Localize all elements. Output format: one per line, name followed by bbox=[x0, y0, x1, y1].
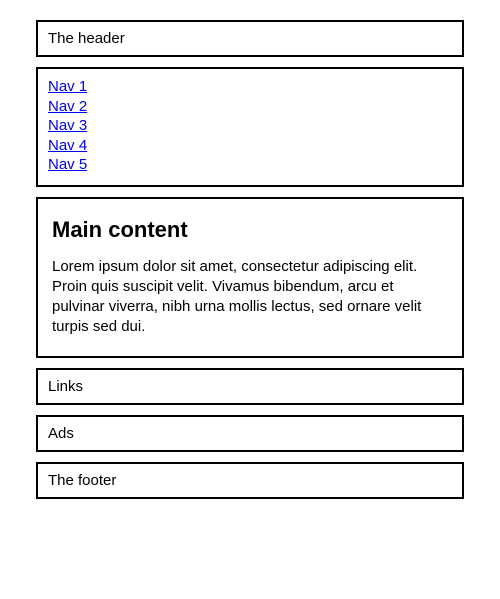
main-body-text: Lorem ipsum dolor sit amet, consectetur … bbox=[52, 257, 448, 338]
links-box: Links bbox=[36, 368, 464, 405]
footer-box: The footer bbox=[36, 462, 464, 499]
main-heading: Main content bbox=[52, 217, 448, 243]
nav-link-3[interactable]: Nav 3 bbox=[48, 116, 87, 136]
nav-link-4[interactable]: Nav 4 bbox=[48, 136, 87, 156]
ads-box: Ads bbox=[36, 415, 464, 452]
nav-link-5[interactable]: Nav 5 bbox=[48, 155, 87, 175]
nav-link-1[interactable]: Nav 1 bbox=[48, 77, 87, 97]
nav-box: Nav 1 Nav 2 Nav 3 Nav 4 Nav 5 bbox=[36, 67, 464, 187]
nav-link-2[interactable]: Nav 2 bbox=[48, 97, 87, 117]
ads-label: Ads bbox=[48, 425, 74, 442]
footer-text: The footer bbox=[48, 472, 116, 489]
nav-list: Nav 1 Nav 2 Nav 3 Nav 4 Nav 5 bbox=[48, 77, 452, 175]
links-label: Links bbox=[48, 378, 83, 395]
main-box: Main content Lorem ipsum dolor sit amet,… bbox=[36, 197, 464, 358]
header-text: The header bbox=[48, 30, 125, 47]
header-box: The header bbox=[36, 20, 464, 57]
